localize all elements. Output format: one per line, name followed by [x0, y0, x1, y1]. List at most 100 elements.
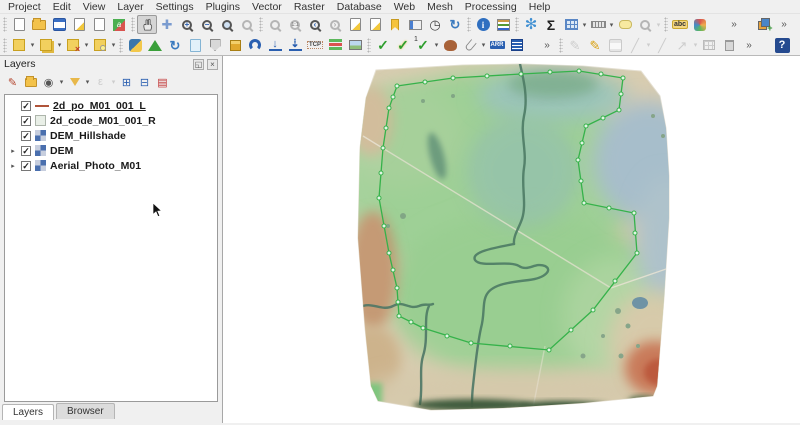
toolbar-grip[interactable]: [367, 38, 371, 53]
pan-to-selection-icon[interactable]: ✚: [157, 15, 177, 34]
toolbar2-overflow-2[interactable]: »: [739, 36, 759, 55]
menu-plugins[interactable]: Plugins: [200, 1, 246, 13]
style-manager-icon[interactable]: a: [109, 15, 129, 34]
layer-labeling-icon[interactable]: [690, 15, 710, 34]
tcp-connector-icon[interactable]: TCP: [305, 36, 325, 55]
check-geometries-2-icon[interactable]: ✓: [393, 36, 413, 55]
processing-toolbox-icon[interactable]: ✻: [521, 15, 541, 34]
toolbar-grip[interactable]: [664, 17, 668, 32]
menu-web[interactable]: Web: [388, 1, 421, 13]
toolbar-grip[interactable]: [119, 38, 123, 53]
select-value-icon[interactable]: [90, 36, 110, 55]
label-abc-icon[interactable]: abc: [670, 15, 690, 34]
toolbar-grip[interactable]: [259, 17, 263, 32]
modify-attributes-icon[interactable]: [699, 36, 719, 55]
menu-settings[interactable]: Settings: [150, 1, 200, 13]
tab-browser[interactable]: Browser: [56, 403, 115, 419]
db-manager-icon[interactable]: [225, 36, 245, 55]
layer-label[interactable]: 2d_code_M01_001_R: [50, 115, 156, 127]
measure-icon[interactable]: [588, 15, 608, 34]
map-tips-icon[interactable]: [615, 15, 635, 34]
attachments-icon[interactable]: [460, 36, 480, 55]
zoom-to-selection-icon[interactable]: [237, 15, 257, 34]
pan-map-icon[interactable]: [137, 15, 157, 34]
zoom-native-icon[interactable]: 1:1: [285, 15, 305, 34]
toolbar1-overflow[interactable]: »: [724, 15, 744, 34]
expand-all-icon[interactable]: ⊞: [118, 74, 135, 91]
list-plugin-icon[interactable]: [507, 36, 527, 55]
map-themes-dropdown[interactable]: ▾: [58, 78, 65, 86]
temporal-controller-icon[interactable]: ◷: [425, 15, 445, 34]
move-feature-icon[interactable]: ↗: [672, 36, 692, 55]
measure-dropdown[interactable]: ▾: [608, 21, 615, 29]
toolbar-grip[interactable]: [3, 38, 7, 53]
offline-editing-icon[interactable]: [245, 36, 265, 55]
filter-legend-icon[interactable]: [66, 74, 83, 91]
vertex-tool-icon[interactable]: ╱: [652, 36, 672, 55]
panel-close-icon[interactable]: ×: [207, 59, 218, 70]
layer-checkbox[interactable]: ✓: [21, 146, 31, 156]
toggle-editing-icon[interactable]: ✎: [585, 36, 605, 55]
menu-raster[interactable]: Raster: [288, 1, 331, 13]
statistical-summary-icon[interactable]: [493, 15, 513, 34]
tab-layers[interactable]: Layers: [2, 404, 54, 420]
toolbar-grip[interactable]: [467, 17, 471, 32]
toolbar-grip[interactable]: [559, 38, 563, 53]
select-features-icon[interactable]: [9, 36, 29, 55]
new-3d-map-view-icon[interactable]: [365, 15, 385, 34]
python-console-icon[interactable]: [125, 36, 145, 55]
freeze-map-icon[interactable]: [185, 36, 205, 55]
menu-processing[interactable]: Processing: [459, 1, 523, 13]
select-value-dropdown[interactable]: ▾: [110, 41, 117, 49]
filter-expression-dropdown[interactable]: ▾: [110, 78, 117, 86]
layer-row-dem[interactable]: ▸ ✓ DEM: [5, 143, 217, 158]
layer-checkbox[interactable]: ✓: [21, 161, 31, 171]
zoom-to-layer-icon[interactable]: [265, 15, 285, 34]
move-feature-dropdown[interactable]: ▾: [692, 41, 699, 49]
check-geometries-icon[interactable]: ✓: [373, 36, 393, 55]
toolbar1-overflow-2[interactable]: »: [774, 15, 794, 34]
zoom-next-icon[interactable]: ›: [325, 15, 345, 34]
remove-layer-icon[interactable]: ▤: [154, 74, 171, 91]
select-by-form-dropdown[interactable]: ▾: [56, 41, 63, 49]
zoom-full-icon[interactable]: [217, 15, 237, 34]
menu-help[interactable]: Help: [523, 1, 557, 13]
check-single-dropdown[interactable]: ▾: [433, 41, 440, 49]
menu-layer[interactable]: Layer: [111, 1, 149, 13]
toolbar2-overflow[interactable]: »: [537, 36, 557, 55]
panel-float-icon[interactable]: ◱: [193, 59, 204, 70]
delete-selected-icon[interactable]: [719, 36, 739, 55]
digitize-icon[interactable]: ✎: [565, 36, 585, 55]
topology-checker-icon[interactable]: [205, 36, 225, 55]
attachments-dropdown[interactable]: ▾: [480, 41, 487, 49]
add-line-feature-icon[interactable]: ╱: [625, 36, 645, 55]
import-project-icon[interactable]: ⇣: [285, 36, 305, 55]
layer-label[interactable]: 2d_po_M01_001_L: [53, 100, 146, 112]
zoom-last-icon[interactable]: ‹: [305, 15, 325, 34]
layer-reorder-icon[interactable]: [325, 36, 345, 55]
open-project-icon[interactable]: [29, 15, 49, 34]
filter-legend-dropdown[interactable]: ▾: [84, 78, 91, 86]
show-bookmarks-icon[interactable]: [405, 15, 425, 34]
identify-features-icon[interactable]: i: [473, 15, 493, 34]
zoom-in-icon[interactable]: +: [177, 15, 197, 34]
attribute-table-dropdown[interactable]: ▾: [581, 21, 588, 29]
refresh-icon[interactable]: ↻: [445, 15, 465, 34]
layer-checkbox[interactable]: ✓: [21, 116, 31, 126]
add-virtual-layer-icon[interactable]: +: [754, 15, 774, 34]
layer-row-dem-hillshade[interactable]: ✓ DEM_Hillshade: [5, 128, 217, 143]
save-project-icon[interactable]: [49, 15, 69, 34]
manage-map-themes-icon[interactable]: ◉: [40, 74, 57, 91]
collapse-all-icon[interactable]: ⊟: [136, 74, 153, 91]
add-group-icon[interactable]: [22, 74, 39, 91]
zoom-out-icon[interactable]: −: [197, 15, 217, 34]
select-by-value-icon[interactable]: [635, 15, 655, 34]
layer-label[interactable]: Aerial_Photo_M01: [50, 160, 141, 172]
expand-arrow-icon[interactable]: ▸: [9, 162, 17, 170]
select-by-form-icon[interactable]: [36, 36, 56, 55]
filter-expression-icon[interactable]: ε: [92, 74, 109, 91]
osm-plugin-icon[interactable]: [440, 36, 460, 55]
layer-checkbox[interactable]: ✓: [21, 101, 31, 111]
help-icon[interactable]: ?: [772, 36, 792, 55]
menu-view[interactable]: View: [77, 1, 112, 13]
